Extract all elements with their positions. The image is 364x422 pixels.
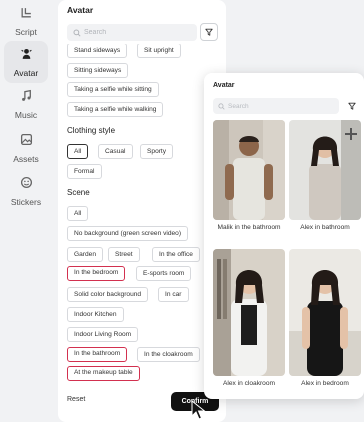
- stickers-icon: [20, 176, 33, 194]
- sidebar-item-avatar[interactable]: Avatar: [4, 41, 48, 83]
- filter-button[interactable]: [200, 23, 218, 41]
- tag-stand-sideways[interactable]: Stand sideways: [67, 44, 128, 58]
- avatar-icon: [20, 47, 33, 65]
- sidebar-item-stickers[interactable]: Stickers: [4, 170, 48, 212]
- tag-in-the-bedroom[interactable]: In the bedroom: [67, 266, 126, 281]
- avatar-card-alex-bathroom[interactable]: Alex in bathroom: [289, 120, 361, 231]
- search-input[interactable]: [84, 29, 184, 36]
- sidebar-item-label: Stickers: [10, 196, 42, 207]
- tag-solid-color-background[interactable]: Solid color background: [67, 287, 149, 302]
- sidebar-item-assets[interactable]: Assets: [4, 127, 48, 169]
- tag-sporty[interactable]: Sporty: [140, 144, 174, 159]
- sidebar-item-label: Avatar: [13, 67, 39, 78]
- preview-title: Avatar: [213, 82, 235, 89]
- avatar-thumbnail: [213, 120, 285, 220]
- panel-title: Avatar: [67, 5, 94, 15]
- tag-sitting-sideways[interactable]: Sitting sideways: [67, 63, 129, 78]
- preview-search-box[interactable]: [213, 98, 339, 114]
- avatar-thumbnail: [289, 249, 361, 376]
- avatar-card-label: Alex in bedroom: [301, 380, 349, 387]
- tag-sit-upright[interactable]: Sit upright: [137, 44, 181, 58]
- tag-in-car[interactable]: In car: [158, 287, 189, 302]
- search-box[interactable]: [67, 24, 197, 41]
- tag-scene-all[interactable]: All: [67, 206, 89, 221]
- avatar-thumbnail: [213, 249, 285, 376]
- avatar-card-label: Alex in bathroom: [300, 224, 350, 231]
- avatar-card-alex-cloakroom[interactable]: Alex in cloakroom: [213, 249, 285, 387]
- avatar-card-label: Malik in the bathroom: [217, 224, 281, 231]
- preview-filter-button[interactable]: [344, 98, 360, 114]
- search-icon: [218, 97, 225, 115]
- tag-indoor-living-room[interactable]: Indoor Living Room: [67, 327, 139, 342]
- tag-in-the-bathroom[interactable]: In the bathroom: [67, 347, 128, 362]
- tag-clothing-all[interactable]: All: [67, 144, 89, 159]
- clothing-style-heading: Clothing style: [67, 126, 116, 135]
- sidebar: Script Avatar Music Assets Stickers: [0, 0, 52, 422]
- sidebar-item-music[interactable]: Music: [4, 83, 48, 125]
- tag-in-the-cloakroom[interactable]: In the cloakroom: [137, 347, 200, 362]
- filter-icon: [348, 97, 356, 115]
- mouse-pointer-icon: [191, 400, 206, 420]
- tag-formal[interactable]: Formal: [67, 164, 102, 179]
- tag-indoor-kitchen[interactable]: Indoor Kitchen: [67, 307, 124, 322]
- music-icon: [20, 89, 33, 107]
- search-icon: [73, 24, 81, 42]
- assets-icon: [20, 133, 33, 151]
- avatar-thumbnail: [289, 120, 361, 220]
- tag-esports-room[interactable]: E-sports room: [136, 266, 192, 281]
- tag-street[interactable]: Street: [108, 247, 140, 262]
- sidebar-item-label: Script: [15, 26, 37, 37]
- reset-button[interactable]: Reset: [67, 396, 85, 403]
- avatar-card-alex-bedroom[interactable]: Alex in bedroom: [289, 249, 361, 387]
- filter-icon: [205, 23, 213, 41]
- sidebar-item-label: Assets: [13, 153, 39, 164]
- sidebar-item-label: Music: [14, 109, 38, 120]
- filter-list[interactable]: Stand sideways Sit upright Sitting sidew…: [58, 44, 226, 386]
- avatar-card-malik-bathroom[interactable]: Malik in the bathroom: [213, 120, 285, 231]
- tag-garden[interactable]: Garden: [67, 247, 103, 262]
- tag-at-the-makeup-table[interactable]: At the makeup table: [67, 366, 140, 381]
- avatar-preview-panel: Avatar Malik in the bath: [204, 73, 364, 399]
- tag-no-background[interactable]: No background (green screen video): [67, 226, 189, 241]
- tag-selfie-walking[interactable]: Taking a selfie while walking: [67, 102, 164, 117]
- sidebar-item-script[interactable]: Script: [4, 0, 48, 42]
- scene-heading: Scene: [67, 188, 90, 197]
- tag-casual[interactable]: Casual: [98, 144, 133, 159]
- script-icon: [20, 6, 33, 24]
- preview-search-input[interactable]: [228, 102, 328, 110]
- tag-in-the-office[interactable]: In the office: [152, 247, 200, 262]
- tag-selfie-sitting[interactable]: Taking a selfie while sitting: [67, 82, 159, 97]
- avatar-card-label: Alex in cloakroom: [222, 380, 276, 387]
- app-window: Script Avatar Music Assets Stickers Avat…: [0, 0, 364, 422]
- avatar-filter-panel: Avatar Stand sideways Sit upright Sittin…: [58, 0, 226, 422]
